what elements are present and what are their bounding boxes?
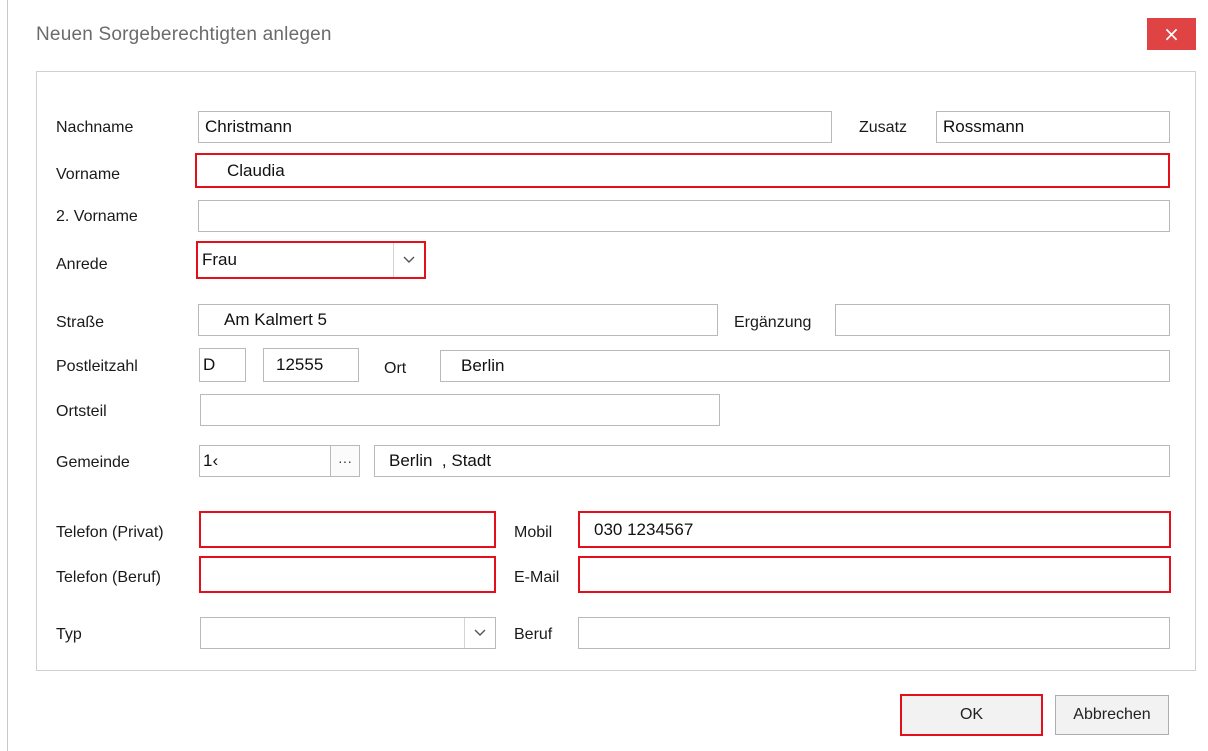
close-button[interactable]: × (1147, 18, 1196, 50)
beruf-label: Beruf (514, 626, 553, 643)
dialog-window: Neuen Sorgeberechtigten anlegen × Nachna… (0, 0, 1208, 751)
beruf-input[interactable] (578, 617, 1170, 649)
mobil-input[interactable] (578, 511, 1171, 548)
vorname2-label: 2. Vorname (56, 208, 138, 225)
postleitzahl-input[interactable] (263, 348, 359, 382)
telefon-privat-input[interactable] (199, 511, 496, 548)
email-label: E-Mail (514, 569, 560, 586)
email-input[interactable] (578, 556, 1171, 593)
ortsteil-label: Ortsteil (56, 403, 107, 420)
chevron-down-icon[interactable] (464, 618, 495, 648)
cancel-button[interactable]: Abbrechen (1055, 695, 1169, 735)
window-edge (7, 0, 8, 751)
ok-button[interactable]: OK (900, 694, 1043, 736)
ort-input[interactable] (440, 350, 1170, 382)
nachname-input[interactable] (198, 111, 832, 143)
telefon-beruf-label: Telefon (Beruf) (56, 569, 161, 586)
strasse-label: Straße (56, 314, 105, 331)
dialog-title: Neuen Sorgeberechtigten anlegen (36, 24, 332, 45)
close-icon: × (1163, 22, 1180, 46)
ortsteil-input[interactable] (200, 394, 720, 426)
country-code-input[interactable] (199, 348, 246, 382)
gemeinde-label: Gemeinde (56, 454, 130, 471)
vorname2-input[interactable] (198, 200, 1170, 232)
more-icon: ··· (338, 453, 352, 469)
mobil-label: Mobil (514, 524, 553, 541)
ergaenzung-input[interactable] (835, 304, 1170, 336)
telefon-privat-label: Telefon (Privat) (56, 524, 164, 541)
gemeinde-code-input[interactable] (199, 445, 331, 477)
typ-select[interactable] (200, 617, 496, 649)
gemeinde-lookup-button[interactable]: ··· (330, 445, 360, 477)
strasse-input[interactable] (198, 304, 718, 336)
nachname-label: Nachname (56, 119, 134, 136)
vorname-input[interactable] (195, 153, 1170, 188)
zusatz-input[interactable] (936, 111, 1170, 143)
typ-label: Typ (56, 626, 82, 643)
ergaenzung-label: Ergänzung (734, 314, 812, 331)
ort-label: Ort (384, 360, 407, 377)
anrede-value: Frau (202, 250, 237, 269)
chevron-down-icon[interactable] (393, 243, 424, 277)
gemeinde-name-input[interactable] (374, 445, 1170, 477)
postleitzahl-label: Postleitzahl (56, 358, 138, 375)
anrede-label: Anrede (56, 256, 108, 273)
telefon-beruf-input[interactable] (199, 556, 496, 593)
anrede-select[interactable]: Frau (196, 241, 426, 279)
zusatz-label: Zusatz (859, 119, 908, 136)
vorname-label: Vorname (56, 166, 121, 183)
